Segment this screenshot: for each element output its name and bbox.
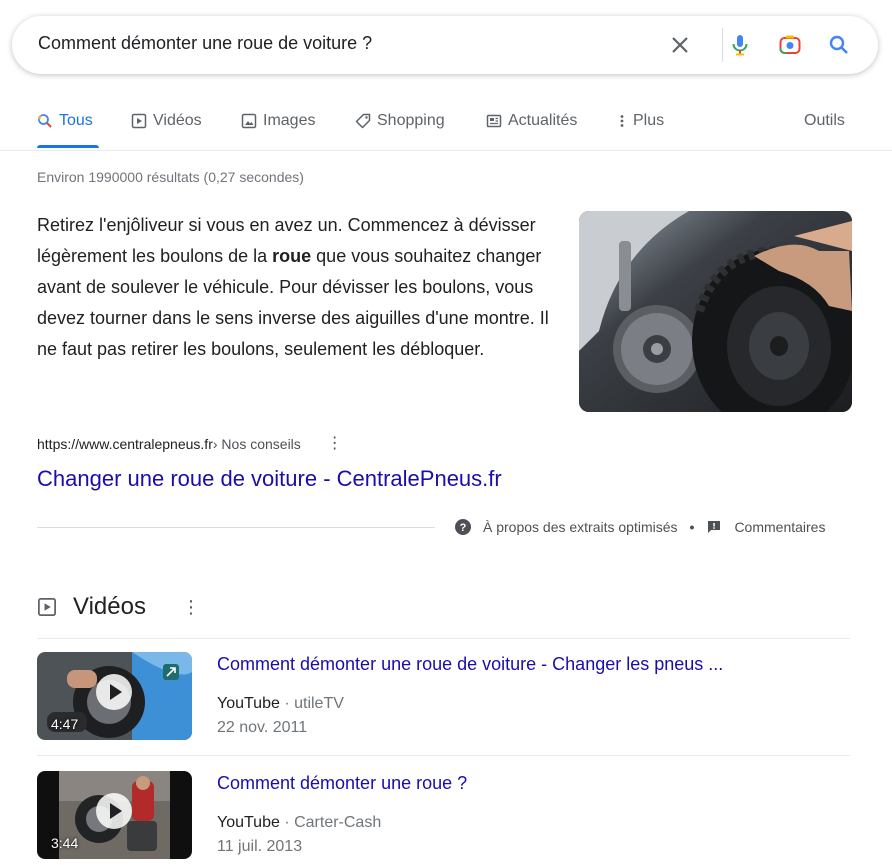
video-divider <box>37 755 850 756</box>
tag-icon <box>355 113 371 129</box>
footer-separator-dot: • <box>689 519 695 535</box>
tab-news[interactable]: Actualités <box>486 112 577 130</box>
search-icon[interactable] <box>827 33 851 57</box>
tools-label: Outils <box>804 112 845 129</box>
snippet-citation[interactable]: https://www.centralepneus.fr › Nos conse… <box>37 436 343 453</box>
snippet-result-title[interactable]: Changer une roue de voiture - CentralePn… <box>37 466 502 492</box>
clear-icon[interactable] <box>668 33 692 57</box>
tab-label: Images <box>263 112 316 129</box>
video-duration: 3:44 <box>51 835 79 851</box>
featured-snippet-text: Retirez l'enjôliveur si vous en avez un.… <box>37 210 562 365</box>
tab-all[interactable]: Tous <box>37 112 93 130</box>
tab-label: Vidéos <box>153 112 202 129</box>
search-icon <box>38 114 52 128</box>
video-result[interactable]: 3:44 Comment démonter une roue ? YouTube… <box>37 771 850 861</box>
snippet-bold-term: roue <box>272 246 312 266</box>
tab-videos[interactable]: Vidéos <box>131 112 202 130</box>
tab-more[interactable]: Plus <box>617 112 664 130</box>
tab-images[interactable]: Images <box>241 112 315 130</box>
video-platform: YouTube <box>217 814 280 831</box>
search-box[interactable]: Comment démonter une roue de voiture ? <box>12 16 878 74</box>
citation-breadcrumb: › Nos conseils <box>212 436 301 452</box>
about-snippets-link[interactable]: À propos des extraits optimisés <box>483 519 678 535</box>
video-channel: · utileTV <box>279 695 344 712</box>
snippet-footer: ? À propos des extraits optimisés • Comm… <box>455 519 825 535</box>
citation-url: https://www.centralepneus.fr <box>37 436 213 452</box>
video-title[interactable]: Comment démonter une roue de voiture - C… <box>217 654 723 675</box>
featured-snippet-image[interactable] <box>579 211 852 412</box>
camera-icon[interactable] <box>778 33 802 57</box>
section-divider <box>37 638 850 639</box>
svg-text:?: ? <box>460 522 467 534</box>
help-icon[interactable]: ? <box>455 519 471 535</box>
video-title[interactable]: Comment démonter une roue ? <box>217 773 467 794</box>
search-box-separator <box>722 28 723 62</box>
active-tab-indicator <box>37 145 99 148</box>
video-thumbnail[interactable]: 3:44 <box>37 771 192 859</box>
play-icon[interactable] <box>96 793 132 829</box>
tab-label: Tous <box>59 112 93 129</box>
tab-label: Plus <box>633 112 665 129</box>
video-platform: YouTube <box>217 695 280 712</box>
play-box-icon <box>38 598 56 616</box>
video-duration: 4:47 <box>51 716 79 732</box>
videos-section-title: Vidéos <box>73 593 146 620</box>
feedback-icon[interactable] <box>706 519 722 535</box>
result-stats: Environ 1990000 résultats (0,27 secondes… <box>37 169 304 185</box>
tab-label: Actualités <box>508 112 578 129</box>
feedback-link[interactable]: Commentaires <box>734 519 825 535</box>
play-box-icon <box>131 113 147 129</box>
tire-photo-icon <box>579 211 852 412</box>
video-source: YouTube · Carter-Cash <box>217 814 381 832</box>
video-date: 11 juil. 2013 <box>217 838 303 855</box>
newspaper-icon <box>486 114 502 128</box>
videos-section-header: Vidéos ⋮ <box>37 593 200 621</box>
search-input[interactable]: Comment démonter une roue de voiture ? <box>38 33 372 54</box>
video-result[interactable]: 4:47 Comment démonter une roue de voitur… <box>37 652 850 742</box>
more-vert-icon <box>620 115 624 127</box>
tab-shopping[interactable]: Shopping <box>355 112 445 130</box>
tools-button[interactable]: Outils <box>804 112 845 130</box>
microphone-icon[interactable] <box>728 33 752 57</box>
image-icon <box>241 113 257 129</box>
search-tabs: Tous Vidéos Images Shopping Actualités P… <box>0 96 892 151</box>
video-thumbnail[interactable]: 4:47 <box>37 652 192 740</box>
video-source: YouTube · utileTV <box>217 695 344 713</box>
snippet-divider <box>37 527 435 528</box>
tab-label: Shopping <box>377 112 445 129</box>
play-icon[interactable] <box>96 674 132 710</box>
video-channel: · Carter-Cash <box>279 814 382 831</box>
more-options-icon[interactable]: ⋮ <box>182 597 200 618</box>
video-date: 22 nov. 2011 <box>217 719 308 736</box>
more-options-icon[interactable]: ⋮ <box>327 436 343 452</box>
